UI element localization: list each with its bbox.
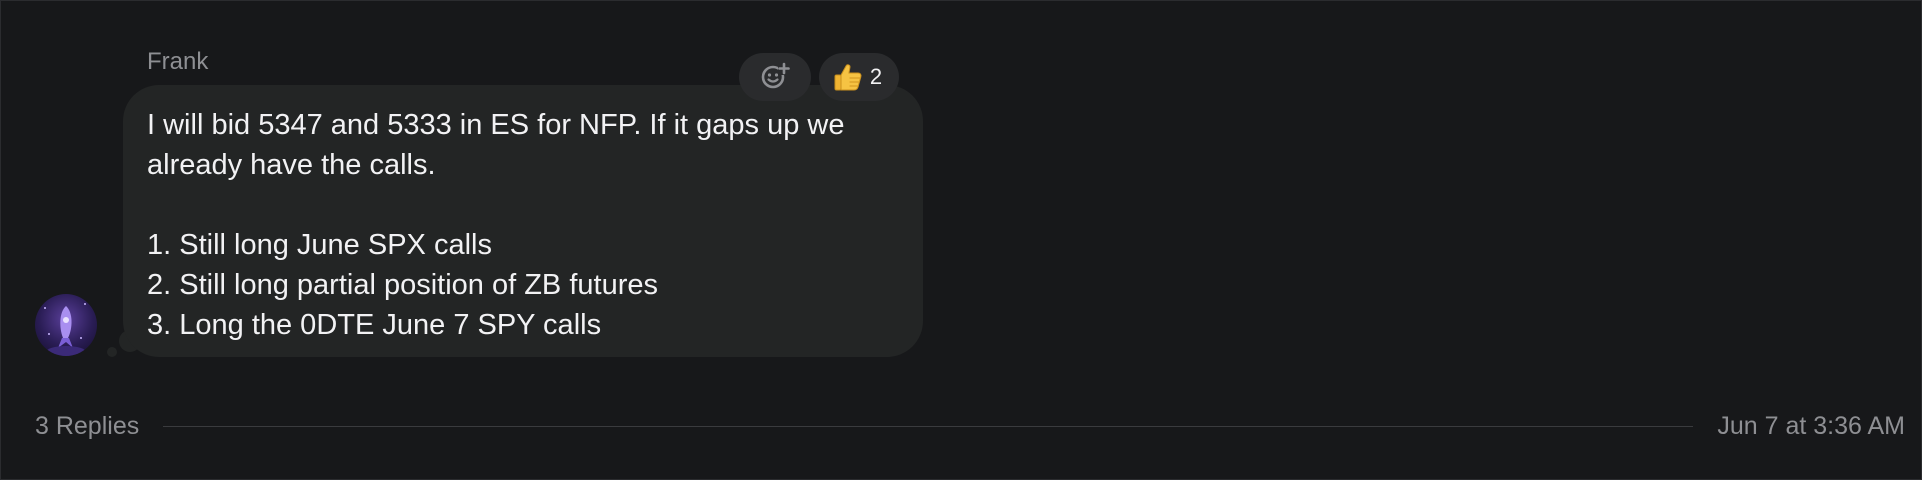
avatar[interactable] bbox=[35, 294, 97, 356]
add-reaction-icon bbox=[760, 60, 790, 95]
sender-name[interactable]: Frank bbox=[147, 48, 208, 76]
thread-footer: 3 Replies Jun 7 at 3:36 AM bbox=[35, 409, 1905, 443]
reaction-count: 2 bbox=[869, 64, 883, 89]
message-bubble[interactable]: I will bid 5347 and 5333 in ES for NFP. … bbox=[123, 85, 923, 357]
replies-link[interactable]: 3 Replies bbox=[35, 412, 139, 441]
message-line: I will bid 5347 and 5333 in ES for NFP. … bbox=[147, 109, 845, 141]
message-line: 2. Still long partial position of ZB fut… bbox=[147, 269, 658, 301]
message-line: 3. Long the 0DTE June 7 SPY calls bbox=[147, 309, 602, 341]
message-timestamp: Jun 7 at 3:36 AM bbox=[1717, 411, 1905, 440]
thumbs-up-reaction[interactable]: 2 bbox=[819, 53, 899, 101]
divider bbox=[163, 425, 1694, 427]
message-line: 1. Still long June SPX calls bbox=[147, 229, 492, 261]
add-reaction-button[interactable] bbox=[739, 53, 811, 101]
message-line: already have the calls. bbox=[147, 149, 436, 181]
message-thread-panel: Frank I will bid 5347 and 5333 in ES for… bbox=[0, 0, 1922, 480]
bubble-tail-small bbox=[107, 347, 117, 357]
thumbs-up-icon bbox=[832, 61, 864, 93]
